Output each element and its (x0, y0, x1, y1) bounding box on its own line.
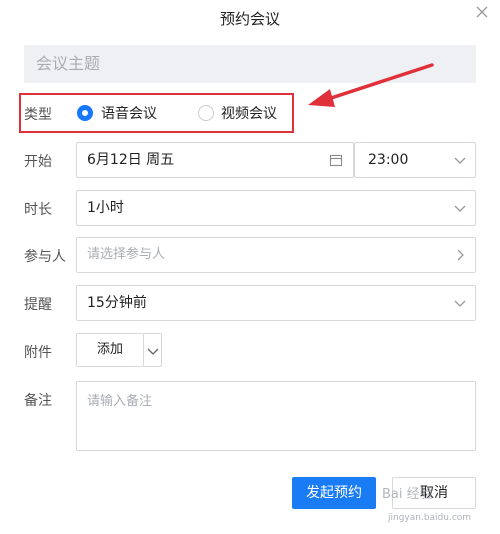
participants-label: 参与人 (24, 249, 66, 265)
radio-video-meeting-label[interactable]: 视频会议 (221, 103, 277, 123)
note-textarea[interactable]: 请输入备注 (76, 381, 476, 451)
chevron-down-icon (454, 205, 466, 212)
duration-select[interactable]: 1小时 (76, 190, 476, 226)
radio-video-meeting[interactable] (198, 105, 214, 121)
radio-voice-meeting[interactable] (77, 105, 93, 121)
start-time-select[interactable]: 23:00 (354, 142, 476, 178)
add-attachment-button[interactable]: 添加 (76, 333, 144, 367)
chevron-down-icon (454, 157, 466, 164)
red-arrow-annotation (308, 63, 434, 107)
reminder-select[interactable]: 15分钟前 (76, 285, 476, 321)
calendar-icon (329, 154, 343, 167)
type-label: 类型 (24, 107, 52, 123)
watermark-url: jingyan.baidu.com (388, 513, 472, 523)
radio-voice-meeting-label[interactable]: 语音会议 (101, 103, 157, 123)
watermark-brand: Bai 经验 (382, 487, 433, 502)
add-attachment-label: 添加 (96, 342, 123, 357)
duration-value: 1小时 (87, 200, 124, 216)
participants-picker[interactable]: 请选择参与人 (76, 237, 476, 273)
start-label: 开始 (24, 154, 52, 170)
note-label: 备注 (24, 393, 52, 409)
attachment-dropdown-button[interactable] (143, 333, 162, 367)
chevron-down-icon (147, 348, 159, 355)
participants-placeholder: 请选择参与人 (87, 247, 166, 262)
submit-booking-button[interactable]: 发起预约 (292, 477, 376, 509)
start-time-value: 23:00 (368, 152, 409, 168)
chevron-right-icon (457, 249, 464, 261)
close-icon[interactable] (472, 2, 492, 22)
dialog-title: 预约会议 (219, 10, 280, 28)
note-placeholder: 请输入备注 (87, 394, 153, 409)
chevron-down-icon (454, 300, 466, 307)
subject-placeholder: 会议主题 (36, 54, 101, 73)
reminder-value: 15分钟前 (87, 295, 147, 311)
start-date-value: 6月12日 周五 (87, 152, 175, 168)
attachment-label: 附件 (24, 345, 52, 361)
duration-label: 时长 (24, 202, 52, 218)
start-date-picker[interactable]: 6月12日 周五 (76, 142, 354, 178)
reminder-label: 提醒 (24, 297, 52, 313)
